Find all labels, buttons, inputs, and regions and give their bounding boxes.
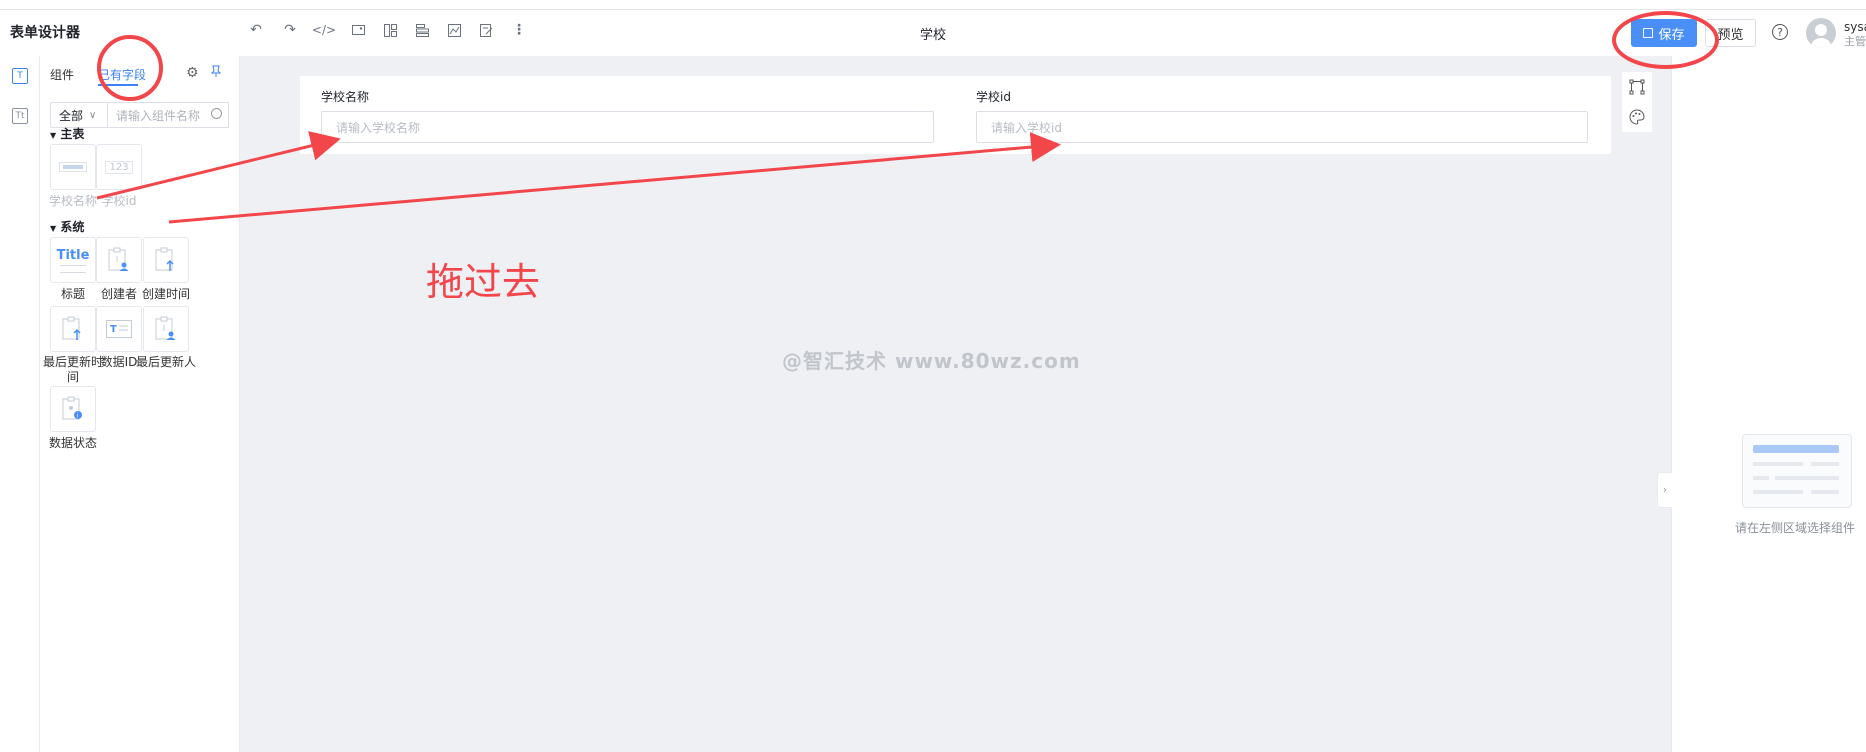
empty-state-illustration bbox=[1742, 434, 1852, 508]
design-canvas[interactable] bbox=[240, 56, 1671, 752]
school-id-placeholder: 请输入学校id bbox=[991, 120, 1062, 135]
group-title-system-label: 系统 bbox=[60, 220, 85, 234]
school-name-input[interactable]: 请输入学校名称 bbox=[321, 111, 934, 143]
svg-text:T: T bbox=[110, 324, 117, 335]
field-label-school-id: 学校id bbox=[976, 90, 1011, 104]
node-layout-icon[interactable] bbox=[1622, 72, 1652, 102]
left-rail: T Tt bbox=[0, 56, 40, 752]
field-label-school-name: 学校名称 bbox=[321, 90, 370, 104]
component-panel-icon[interactable]: T bbox=[12, 68, 28, 84]
search-icon bbox=[211, 108, 222, 119]
school-name-placeholder: 请输入学校名称 bbox=[336, 120, 421, 135]
field-tile-last-updated-time[interactable] bbox=[50, 306, 96, 352]
field-tile-school-id-label: 学校id bbox=[101, 194, 137, 208]
lines-icon bbox=[60, 264, 86, 273]
gear-icon[interactable]: ⚙ bbox=[186, 65, 199, 81]
title-glyph: Title bbox=[56, 247, 90, 263]
clipboard-user-icon bbox=[108, 247, 129, 271]
text-panel-icon[interactable]: Tt bbox=[12, 108, 28, 124]
field-tile-created-time-label: 创建时间 bbox=[141, 287, 190, 301]
number-glyph: 123 bbox=[105, 160, 133, 174]
scope-value: 全部 bbox=[59, 108, 84, 123]
annotation-drag-label: 拖过去 bbox=[426, 260, 541, 304]
watermark: @智汇技术 www.80wz.com bbox=[782, 349, 1081, 373]
field-tile-data-status-label: 数据状态 bbox=[48, 436, 97, 450]
caret-down-icon: ▼ bbox=[50, 131, 57, 140]
top-bar: 表单设计器 ↶ ↷ </> ⋮ 学校 保存 预览 ? sysa 主管 bbox=[0, 0, 1866, 57]
annotation-circle-existing-fields bbox=[97, 35, 163, 101]
chevron-right-icon[interactable]: › bbox=[1657, 472, 1672, 508]
field-tile-last-updated-by[interactable] bbox=[143, 306, 189, 352]
field-tile-created-time[interactable] bbox=[143, 237, 189, 283]
palette-icon[interactable] bbox=[1622, 102, 1652, 132]
clipboard-status-icon: i bbox=[62, 396, 82, 420]
help-icon[interactable]: ? bbox=[1772, 24, 1788, 40]
clipboard-user-icon bbox=[155, 316, 176, 340]
component-panel: 组件 已有字段 ⚙ 全部 ∨ 请输入组件名称 ▼ 主表 学校名称 123 学校i… bbox=[40, 56, 240, 752]
form-name: 学校 bbox=[919, 28, 946, 43]
preview-label: 预览 bbox=[1717, 27, 1744, 43]
clipboard-arrow-up-icon bbox=[155, 247, 174, 271]
field-tile-title[interactable]: Title bbox=[50, 237, 96, 283]
user-name[interactable]: sysa bbox=[1844, 20, 1866, 34]
id-card-icon: T bbox=[106, 320, 132, 338]
empty-state-text: 请在左侧区域选择组件 bbox=[1735, 521, 1856, 535]
chevron-down-icon: ∨ bbox=[89, 109, 97, 121]
top-border-line bbox=[0, 9, 1866, 10]
field-tile-data-status[interactable]: i bbox=[50, 386, 96, 432]
field-tile-school-name[interactable] bbox=[50, 144, 96, 190]
group-title-main-label: 主表 bbox=[60, 127, 85, 141]
component-search-input[interactable]: 请输入组件名称 bbox=[108, 102, 229, 128]
caret-down-icon: ▼ bbox=[50, 224, 57, 233]
tab-components[interactable]: 组件 bbox=[50, 66, 74, 83]
field-tile-creator[interactable] bbox=[96, 237, 142, 283]
search-placeholder: 请输入组件名称 bbox=[116, 108, 201, 123]
annotation-circle-save bbox=[1612, 11, 1719, 69]
group-title-system[interactable]: ▼ 系统 bbox=[50, 218, 84, 235]
field-tile-data-id[interactable]: T bbox=[96, 306, 142, 352]
field-tile-school-id[interactable]: 123 bbox=[96, 144, 142, 190]
user-role: 主管 bbox=[1844, 35, 1866, 48]
clipboard-arrow-up-icon bbox=[62, 316, 81, 340]
properties-panel bbox=[1671, 56, 1866, 752]
group-title-main[interactable]: ▼ 主表 bbox=[50, 125, 84, 142]
school-id-input[interactable]: 请输入学校id bbox=[976, 111, 1588, 143]
form-row-card: 学校名称 请输入学校名称 学校id 请输入学校id bbox=[300, 76, 1611, 154]
pin-icon[interactable] bbox=[210, 65, 222, 77]
field-tile-last-updated-by-label: 最后更新人 bbox=[136, 355, 197, 369]
avatar[interactable] bbox=[1806, 18, 1836, 48]
